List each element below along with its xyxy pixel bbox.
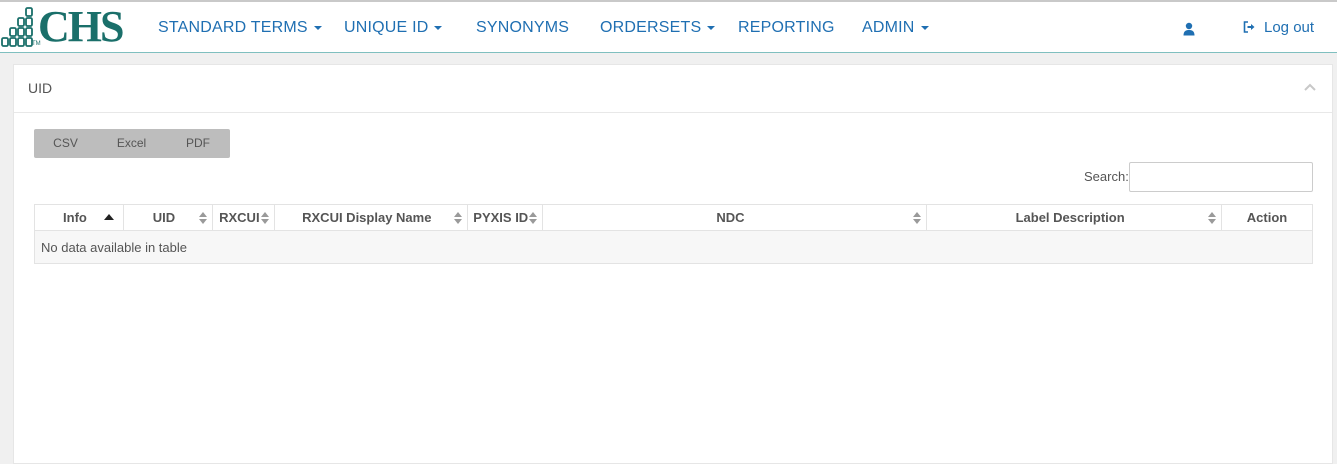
- nav-standard-terms[interactable]: STANDARD TERMS: [158, 19, 322, 37]
- nav-synonyms[interactable]: SYNONYMS: [476, 19, 569, 37]
- column-header-label-description[interactable]: Label Description: [926, 204, 1222, 231]
- sort-both-icon: [453, 212, 462, 224]
- nav-reporting[interactable]: REPORTING: [738, 19, 835, 37]
- column-header-info[interactable]: Info: [34, 204, 124, 231]
- top-navbar: TM CHS STANDARD TERMS UNIQUE ID SYNONYMS…: [0, 0, 1337, 53]
- column-header-label: RXCUI Display Name: [302, 210, 432, 225]
- logout-link[interactable]: Log out: [1243, 19, 1314, 36]
- caret-down-icon: [707, 25, 716, 30]
- column-header-label: Label Description: [1015, 210, 1125, 225]
- sort-both-icon: [913, 212, 922, 224]
- column-header-uid[interactable]: UID: [122, 204, 213, 231]
- caret-down-icon: [920, 25, 929, 30]
- chevron-up-icon[interactable]: [1304, 83, 1316, 91]
- logout-label: Log out: [1264, 19, 1315, 36]
- logo-text: CHS: [38, 2, 124, 51]
- search-input[interactable]: [1129, 162, 1313, 192]
- column-header-label: NDC: [716, 210, 745, 225]
- user-icon[interactable]: [1183, 22, 1195, 36]
- table-row-empty: No data available in table: [34, 230, 1313, 264]
- column-header-action: Action: [1221, 204, 1313, 231]
- column-header-label: UID: [152, 210, 176, 225]
- uid-panel: UID CSV Excel PDF Search: Info UID RXCUI: [13, 64, 1333, 464]
- column-header-label: RXCUI: [219, 210, 260, 225]
- sort-both-icon: [198, 212, 207, 224]
- excel-button[interactable]: Excel: [97, 129, 166, 158]
- column-header-label: Info: [63, 210, 87, 225]
- chs-logo[interactable]: TM CHS: [0, 2, 128, 51]
- export-button-group: CSV Excel PDF: [34, 129, 230, 158]
- search-label: Search:: [1084, 169, 1129, 184]
- column-header-label: Action: [1246, 210, 1288, 225]
- empty-table-message: No data available in table: [34, 230, 1313, 264]
- nav-unique-id-label: UNIQUE ID: [344, 19, 429, 36]
- column-header-rxcui-display-name[interactable]: RXCUI Display Name: [273, 204, 468, 231]
- uid-table: Info UID RXCUI RXCUI Display Name PYXIS …: [34, 204, 1313, 264]
- nav-admin[interactable]: ADMIN: [862, 19, 929, 37]
- column-header-rxcui[interactable]: RXCUI: [211, 204, 275, 231]
- sort-both-icon: [528, 212, 537, 224]
- column-header-ndc[interactable]: NDC: [541, 204, 928, 231]
- nav-admin-label: ADMIN: [862, 19, 915, 36]
- nav-ordersets[interactable]: ORDERSETS: [600, 19, 716, 37]
- nav-unique-id[interactable]: UNIQUE ID: [344, 19, 443, 37]
- sort-both-icon: [1208, 212, 1216, 224]
- sort-both-icon: [260, 212, 269, 224]
- caret-down-icon: [313, 25, 322, 30]
- nav-reporting-label: REPORTING: [738, 19, 835, 36]
- table-header-row: Info UID RXCUI RXCUI Display Name PYXIS …: [34, 204, 1313, 231]
- nav-synonyms-label: SYNONYMS: [476, 19, 570, 36]
- column-header-label: PYXIS ID: [473, 210, 529, 225]
- pdf-button[interactable]: PDF: [166, 129, 230, 158]
- nav-ordersets-label: ORDERSETS: [600, 19, 702, 36]
- csv-button[interactable]: CSV: [34, 129, 97, 158]
- sort-ascending-icon: [103, 214, 114, 220]
- column-header-pyxis-id[interactable]: PYXIS ID: [466, 204, 543, 231]
- nav-standard-terms-label: STANDARD TERMS: [158, 19, 308, 36]
- caret-down-icon: [434, 25, 443, 30]
- sign-out-icon: [1243, 21, 1255, 33]
- panel-header: UID: [14, 65, 1332, 113]
- panel-title: UID: [28, 80, 53, 96]
